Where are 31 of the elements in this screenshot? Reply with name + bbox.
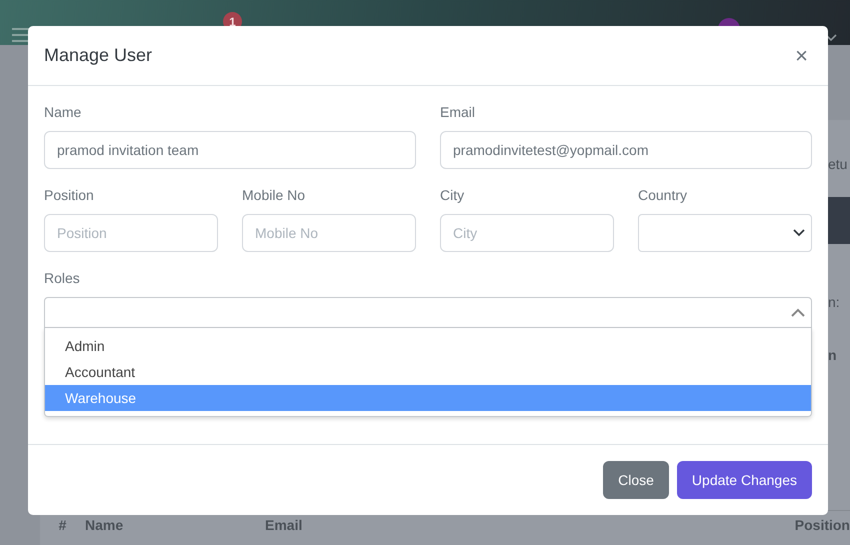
- dropdown-option[interactable]: Admin: [45, 333, 811, 359]
- close-button[interactable]: ×: [791, 44, 812, 66]
- input-field[interactable]: Mobile No: [242, 214, 416, 252]
- update-button[interactable]: Update Changes: [676, 461, 812, 499]
- column-header: #: [58, 517, 66, 533]
- input-field[interactable]: Position: [44, 214, 218, 252]
- dropdown-option[interactable]: Accountant: [45, 359, 811, 385]
- column-header: n: [828, 346, 838, 365]
- chevron-down-icon: [793, 229, 805, 237]
- column-header: Email: [265, 517, 302, 533]
- field-label: Position: [44, 186, 95, 205]
- dropdown-option[interactable]: Warehouse: [45, 385, 811, 411]
- dark-bar: [828, 197, 850, 244]
- field-label: Country: [638, 186, 688, 205]
- modal-title: Manage User: [44, 44, 152, 66]
- field-label: Roles: [44, 269, 81, 288]
- field-label: Name: [44, 103, 82, 122]
- toolbar-text: etu: [828, 155, 848, 174]
- chevron-up-icon: [791, 308, 805, 317]
- column-header: Position: [794, 517, 850, 533]
- input-field[interactable]: City: [440, 214, 614, 252]
- field-label: City: [440, 186, 466, 205]
- input-field[interactable]: pramod invitation team: [44, 131, 416, 169]
- select-field[interactable]: [44, 297, 812, 328]
- column-header: Name: [85, 517, 124, 533]
- search-label: n:: [828, 293, 841, 312]
- close-button[interactable]: Close: [603, 461, 669, 499]
- field-label: Email: [440, 103, 476, 122]
- input-field[interactable]: pramodinvitetest@yopmail.com: [440, 131, 812, 169]
- field-label: Mobile No: [242, 186, 306, 205]
- select-field[interactable]: [638, 214, 812, 252]
